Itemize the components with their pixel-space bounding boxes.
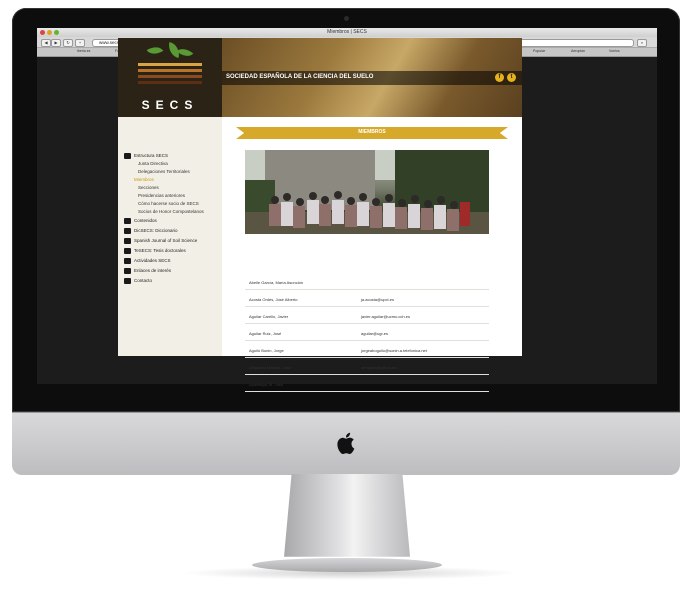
sidebar-item[interactable]: Junta Directiva — [138, 161, 168, 167]
sidebar-item[interactable]: Enlaces de interés — [134, 268, 171, 274]
member-email[interactable]: aemjose@yahoo.es — [361, 365, 396, 370]
logo-stripe — [138, 69, 202, 72]
table-row: Acosta Ordés, José Alberto ja.acosta@upct… — [245, 293, 489, 307]
sidebar-item[interactable]: Delegaciones Territoriales — [138, 169, 190, 175]
facebook-icon[interactable]: f — [495, 73, 504, 82]
thesis-icon — [124, 248, 131, 254]
dictionary-icon — [124, 228, 131, 234]
back-button[interactable]: ◀ — [41, 39, 51, 47]
journal-icon — [124, 238, 131, 244]
logo-text: SECS — [141, 98, 199, 112]
logo-stripe — [138, 75, 202, 78]
member-email[interactable]: aguilar@ugr.es — [361, 331, 388, 336]
apple-logo-icon — [337, 432, 355, 455]
sidebar-item[interactable]: TeSECS: Tesis doctorales — [134, 248, 186, 254]
section-title: MIEMBROS — [358, 129, 386, 135]
sidebar-item[interactable]: Contenidos — [134, 218, 157, 224]
logo-stripe — [138, 81, 202, 84]
sidebar-item[interactable]: Miembros — [134, 177, 154, 183]
table-row: Aguiló Bonin, Jorge jorgeaboguilo@sonin.a… — [245, 344, 489, 358]
add-bookmark-button[interactable]: + — [75, 39, 85, 47]
table-row: Alejandro Maestri, José aemjose@yahoo.es — [245, 361, 489, 375]
member-name: Alejandro Maestri, José — [249, 365, 291, 370]
search-icon[interactable]: ⌕ — [637, 39, 647, 47]
sidebar-item[interactable]: Spanish Journal of Soil Science — [134, 238, 197, 244]
sidebar-item[interactable]: DicSECS: Diccionario — [134, 228, 178, 234]
camera-icon — [344, 16, 349, 21]
links-icon — [124, 268, 131, 274]
window-titlebar: Miembros | SECS — [37, 28, 657, 37]
leaf-icon — [176, 44, 194, 61]
monitor-foot — [252, 558, 442, 572]
bookmark-item[interactable]: Iberia.es — [77, 49, 90, 53]
sidebar-item[interactable]: Contacto — [134, 278, 152, 284]
table-row: Aguilar Carrillo, Javier javier.aguilar@u… — [245, 310, 489, 324]
member-email[interactable]: jorgeaboguilo@sonin.a.telefonica.net — [361, 348, 427, 353]
zoom-icon[interactable] — [54, 30, 59, 35]
sidebar-item[interactable]: Cómo hacerse socio de SECS — [138, 201, 199, 207]
reload-button[interactable]: ↻ — [63, 39, 73, 47]
member-name: Abelle García, María Asunción — [249, 280, 304, 285]
forward-button[interactable]: ▶ — [51, 39, 61, 47]
activities-icon — [124, 258, 131, 264]
sidebar-item[interactable]: Socios de Honor Compostelanos — [138, 209, 204, 215]
crowd-illustration — [245, 150, 489, 234]
member-name: Acosta Ordés, José Alberto — [249, 297, 298, 302]
twitter-icon[interactable]: t — [507, 73, 516, 82]
bookmark-item[interactable]: Popular — [533, 49, 545, 53]
site-title: SOCIEDAD ESPAÑOLA DE LA CIENCIA DEL SUEL… — [226, 74, 374, 80]
leaf-icon — [146, 43, 164, 58]
member-name: Aguilar Carrillo, Javier — [249, 314, 289, 319]
member-name: Aparillaga, M. José — [249, 382, 284, 387]
member-email[interactable]: javier.aguilar@ucmu.cch.es — [361, 314, 410, 319]
member-name: Aguiló Bonin, Jorge — [249, 348, 284, 353]
bookmark-item[interactable]: Vuelos — [609, 49, 620, 53]
structure-icon — [124, 153, 131, 159]
sidebar-item[interactable]: Presidencias anteriores — [138, 193, 185, 199]
sidebar-item[interactable]: Secciones — [138, 185, 159, 191]
sidebar-item[interactable]: Estructura SECS — [134, 153, 168, 159]
table-row: Aguilar Ruiz, José aguilar@ugr.es — [245, 327, 489, 341]
sidebar-item[interactable]: Actividades SECS — [134, 258, 171, 264]
logo-stripe — [138, 63, 202, 66]
monitor-stand — [284, 474, 410, 557]
minimize-icon[interactable] — [47, 30, 52, 35]
bookmark-item[interactable]: Aeroplan — [571, 49, 585, 53]
table-row: Abelle García, María Asunción — [245, 276, 489, 290]
member-name: Aguilar Ruiz, José — [249, 331, 282, 336]
group-photo — [245, 150, 489, 234]
window-title: Miembros | SECS — [327, 29, 367, 35]
book-icon — [124, 218, 131, 224]
table-row: Aparillaga, M. José — [245, 378, 489, 392]
close-icon[interactable] — [40, 30, 45, 35]
contact-icon — [124, 278, 131, 284]
member-email[interactable]: ja.acosta@upct.es — [361, 297, 394, 302]
sidebar: Estructura SECS Junta Directiva Delegacion… — [118, 117, 222, 356]
